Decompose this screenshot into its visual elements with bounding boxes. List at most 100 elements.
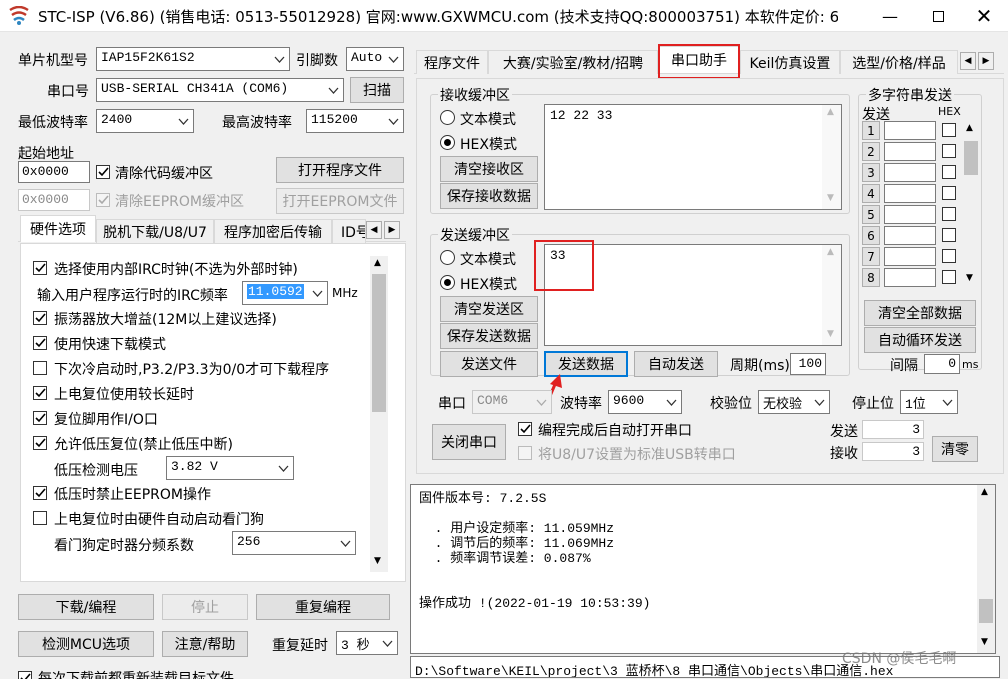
- clear-counts-button[interactable]: 清零: [932, 436, 978, 462]
- multi-string-input[interactable]: [884, 205, 936, 224]
- serial-port-select[interactable]: COM6: [472, 390, 552, 414]
- reset-io-checkbox[interactable]: [33, 411, 47, 425]
- tab-encrypted-transfer[interactable]: 程序加密后传输: [214, 219, 332, 243]
- log-scrollbar[interactable]: ▲ ▼: [977, 485, 995, 653]
- multi-send-row-button[interactable]: 8: [862, 268, 880, 287]
- reprogram-button[interactable]: 重复编程: [256, 594, 390, 620]
- tab-id[interactable]: ID号: [332, 219, 366, 243]
- lv-eeprom-checkbox[interactable]: [33, 486, 47, 500]
- max-baud-select[interactable]: 115200: [306, 109, 404, 133]
- open-eeprom-file-button[interactable]: 打开EEPROM文件: [276, 188, 404, 214]
- clear-code-checkbox[interactable]: [96, 165, 110, 179]
- eeprom-addr-input[interactable]: 0x0000: [18, 189, 90, 211]
- receive-scrollbar[interactable]: ▲ ▼: [822, 105, 841, 209]
- multi-send-row-button[interactable]: 5: [862, 205, 880, 224]
- multi-hex-checkbox[interactable]: [942, 144, 956, 158]
- multi-hex-checkbox[interactable]: [942, 123, 956, 137]
- options-scrollbar[interactable]: ▲ ▼: [370, 256, 388, 572]
- scroll-thumb[interactable]: [964, 141, 978, 175]
- multi-send-row-button[interactable]: 3: [862, 163, 880, 182]
- stop-bits-select[interactable]: 1位: [900, 390, 958, 414]
- low-voltage-reset-checkbox[interactable]: [33, 436, 47, 450]
- mcu-type-select[interactable]: IAP15F2K61S2: [96, 47, 290, 71]
- close-window-button[interactable]: ✕: [960, 0, 1008, 32]
- multi-send-row-button[interactable]: 6: [862, 226, 880, 245]
- cold-start-checkbox[interactable]: [33, 361, 47, 375]
- osc-gain-checkbox[interactable]: [33, 311, 47, 325]
- open-program-file-button[interactable]: 打开程序文件: [276, 157, 404, 183]
- multi-send-row-button[interactable]: 1: [862, 121, 880, 140]
- multi-string-input[interactable]: [884, 121, 936, 140]
- auto-send-button[interactable]: 自动发送: [634, 351, 718, 377]
- minimize-button[interactable]: —: [866, 0, 914, 32]
- interval-input[interactable]: 0: [924, 354, 960, 374]
- parity-select[interactable]: 无校验: [758, 390, 830, 414]
- code-addr-input[interactable]: 0x0000: [18, 161, 90, 183]
- send-file-button[interactable]: 发送文件: [440, 351, 538, 377]
- tab-scroll-right-button[interactable]: ▶: [384, 221, 400, 239]
- receive-textarea[interactable]: 12 22 33: [544, 104, 842, 210]
- multi-string-input[interactable]: [884, 247, 936, 266]
- multi-send-row-button[interactable]: 2: [862, 142, 880, 161]
- multi-string-input[interactable]: [884, 163, 936, 182]
- multi-scrollbar[interactable]: ▲ ▼: [962, 121, 980, 289]
- multi-string-input[interactable]: [884, 268, 936, 287]
- tab-program-file[interactable]: 程序文件: [416, 50, 488, 74]
- reload-target-checkbox[interactable]: [18, 671, 32, 679]
- wdt-div-select[interactable]: 256: [232, 531, 356, 555]
- auto-open-port-checkbox[interactable]: [518, 422, 532, 436]
- save-receive-button[interactable]: 保存接收数据: [440, 183, 538, 209]
- multi-hex-checkbox[interactable]: [942, 249, 956, 263]
- min-baud-select[interactable]: 2400: [96, 109, 194, 133]
- tab-contest[interactable]: 大赛/实验室/教材/招聘: [488, 50, 658, 74]
- multi-hex-checkbox[interactable]: [942, 186, 956, 200]
- download-program-button[interactable]: 下载/编程: [18, 594, 154, 620]
- period-input[interactable]: 100: [790, 353, 826, 375]
- right-tab-scroll-right[interactable]: ▶: [978, 52, 994, 70]
- send-text-mode-radio[interactable]: [440, 250, 455, 265]
- recv-hex-mode-radio[interactable]: [440, 135, 455, 150]
- reset-delay-checkbox[interactable]: [33, 386, 47, 400]
- scan-button[interactable]: 扫描: [350, 77, 404, 103]
- tab-offline-download[interactable]: 脱机下载/U8/U7: [96, 219, 214, 243]
- irc-clock-checkbox[interactable]: [33, 261, 47, 275]
- watchdog-checkbox[interactable]: [33, 511, 47, 525]
- auto-loop-send-button[interactable]: 自动循环发送: [864, 327, 976, 353]
- pins-select[interactable]: Auto: [346, 47, 404, 71]
- fast-download-checkbox[interactable]: [33, 336, 47, 350]
- usb-serial-checkbox[interactable]: [518, 446, 532, 460]
- tab-scroll-left-button[interactable]: ◀: [366, 221, 382, 239]
- multi-hex-checkbox[interactable]: [942, 270, 956, 284]
- scroll-thumb[interactable]: [372, 274, 386, 412]
- multi-string-input[interactable]: [884, 142, 936, 161]
- clear-send-button[interactable]: 清空发送区: [440, 296, 538, 322]
- scroll-thumb[interactable]: [979, 599, 993, 623]
- help-button[interactable]: 注意/帮助: [162, 631, 248, 657]
- tab-hardware-options[interactable]: 硬件选项: [20, 215, 96, 242]
- repeat-delay-select[interactable]: 3 秒: [336, 631, 398, 655]
- multi-string-input[interactable]: [884, 184, 936, 203]
- close-port-button[interactable]: 关闭串口: [432, 424, 506, 460]
- save-send-button[interactable]: 保存发送数据: [440, 323, 538, 349]
- multi-string-input[interactable]: [884, 226, 936, 245]
- maximize-button[interactable]: [914, 0, 962, 32]
- tab-selection-price[interactable]: 选型/价格/样品: [840, 50, 958, 74]
- multi-send-row-button[interactable]: 7: [862, 247, 880, 266]
- multi-hex-checkbox[interactable]: [942, 207, 956, 221]
- port-select[interactable]: USB-SERIAL CH341A (COM6): [96, 78, 344, 102]
- detect-mcu-button[interactable]: 检测MCU选项: [18, 631, 154, 657]
- multi-hex-checkbox[interactable]: [942, 165, 956, 179]
- recv-text-mode-radio[interactable]: [440, 110, 455, 125]
- right-tab-scroll-left[interactable]: ◀: [960, 52, 976, 70]
- multi-hex-checkbox[interactable]: [942, 228, 956, 242]
- clear-eeprom-checkbox[interactable]: [96, 193, 110, 207]
- send-hex-mode-radio[interactable]: [440, 275, 455, 290]
- irc-freq-select[interactable]: 11.0592: [242, 281, 328, 305]
- multi-send-row-button[interactable]: 4: [862, 184, 880, 203]
- baud-rate-select[interactable]: 9600: [608, 390, 682, 414]
- clear-all-data-button[interactable]: 清空全部数据: [864, 300, 976, 326]
- stop-button[interactable]: 停止: [162, 594, 248, 620]
- send-scrollbar[interactable]: ▲ ▼: [822, 245, 841, 345]
- tab-keil-sim[interactable]: Keil仿真设置: [740, 50, 840, 74]
- clear-receive-button[interactable]: 清空接收区: [440, 156, 538, 182]
